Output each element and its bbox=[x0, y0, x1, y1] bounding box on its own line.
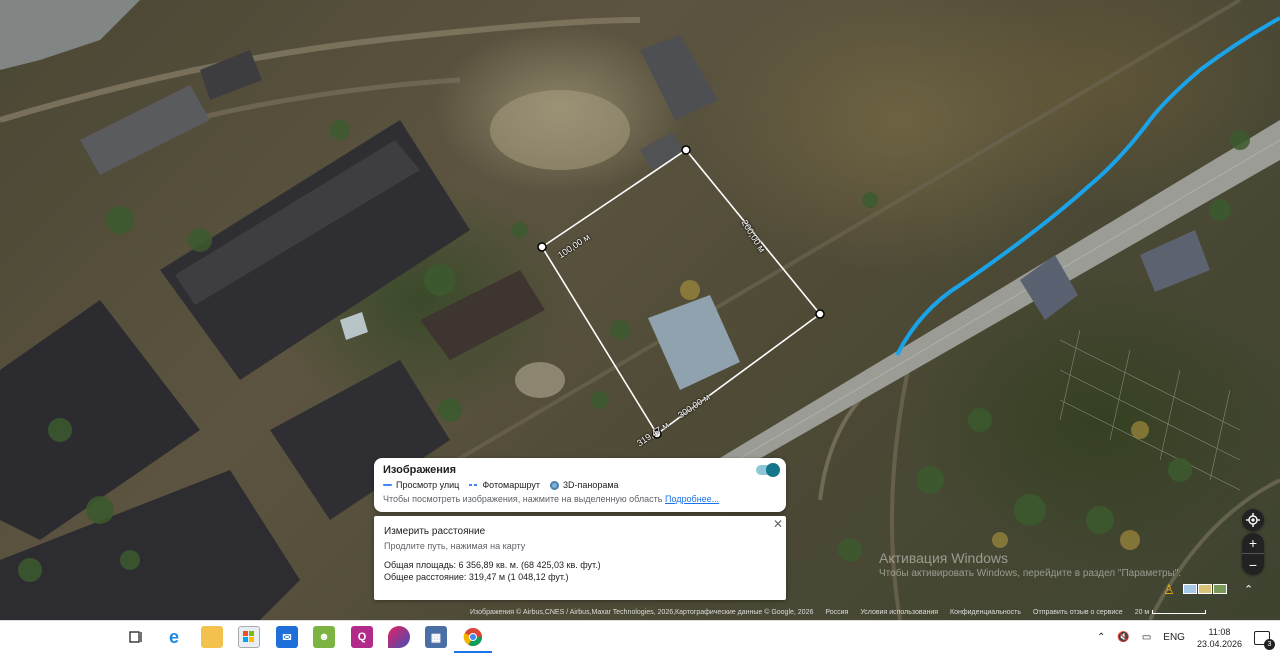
zoom-out-button[interactable]: − bbox=[1242, 554, 1264, 575]
privacy-link[interactable]: Конфиденциальность bbox=[950, 609, 1021, 616]
mail-icon[interactable]: ✉ bbox=[276, 626, 298, 648]
notification-count: 3 bbox=[1264, 638, 1275, 650]
scale-control[interactable]: 20 м bbox=[1135, 609, 1207, 616]
imagery-panel: Изображения Просмотр улиц Фотомаршрут 3D… bbox=[374, 458, 786, 512]
volume-muted-icon[interactable]: 🔇 bbox=[1117, 632, 1129, 643]
chrome-icon[interactable] bbox=[454, 626, 492, 653]
country-link[interactable]: Россия bbox=[825, 609, 848, 616]
app-q-icon[interactable]: Q bbox=[351, 626, 373, 648]
store-icon[interactable] bbox=[238, 626, 260, 648]
pegman-icon[interactable]: ♙ bbox=[1163, 582, 1175, 598]
street-view-line-icon bbox=[383, 484, 392, 486]
map-layer-icon[interactable] bbox=[1183, 584, 1197, 594]
contacts-app-icon[interactable]: ☻ bbox=[313, 626, 335, 648]
chevron-up-icon[interactable]: ⌃ bbox=[1097, 632, 1105, 643]
layer-thumbnails[interactable] bbox=[1183, 584, 1227, 594]
my-location-button[interactable] bbox=[1242, 509, 1264, 531]
legend-3d-panorama: 3D-панорама bbox=[549, 480, 619, 490]
scale-bar bbox=[1152, 610, 1207, 614]
measure-vertex bbox=[681, 145, 691, 155]
file-explorer-icon[interactable] bbox=[201, 626, 223, 648]
imagery-hint: Чтобы посмотреть изображения, нажмите на… bbox=[383, 494, 720, 504]
panorama-dot-icon bbox=[549, 480, 559, 490]
calculator-icon[interactable]: ▦ bbox=[425, 626, 447, 648]
zoom-controls: + − bbox=[1242, 533, 1264, 575]
legend-photo-route: Фотомаршрут bbox=[469, 480, 540, 490]
total-distance: Общее расстояние: 319,47 м (1 048,12 фут… bbox=[384, 572, 569, 582]
notification-center-icon[interactable]: 3 bbox=[1254, 630, 1275, 650]
measure-title: Измерить расстояние bbox=[384, 526, 486, 537]
imagery-attribution: Изображения © Airbus,CNES / Airbus,Maxar… bbox=[470, 608, 814, 616]
measure-distance-panel: ✕ Измерить расстояние Продлите путь, наж… bbox=[374, 516, 786, 600]
imagery-title: Изображения bbox=[383, 464, 457, 476]
keyboard-language[interactable]: ENG bbox=[1163, 632, 1185, 643]
app-drop-icon[interactable] bbox=[388, 626, 410, 648]
measure-vertex bbox=[537, 242, 547, 252]
measure-subtitle: Продлите путь, нажимая на карту bbox=[384, 541, 526, 551]
chevron-up-icon[interactable]: ⌃ bbox=[1244, 583, 1253, 596]
satellite-layer-icon[interactable] bbox=[1213, 584, 1227, 594]
crosshair-icon bbox=[1246, 513, 1260, 527]
windows-activation-watermark: Активация Windows Чтобы активировать Win… bbox=[879, 550, 1182, 579]
satellite-map[interactable]: 100,00 м 200,00 м 300,00 м 319,47 м Изоб… bbox=[0, 0, 1280, 620]
zoom-in-button[interactable]: + bbox=[1242, 533, 1264, 554]
learn-more-link[interactable]: Подробнее... bbox=[665, 494, 719, 504]
windows-taskbar: e ✉ ☻ Q ▦ ⌃ 🔇 ▭ ENG 11:08 23.04.2026 3 bbox=[0, 620, 1280, 653]
terms-link[interactable]: Условия использования bbox=[860, 609, 938, 616]
clock-date: 23.04.2026 bbox=[1196, 638, 1242, 649]
close-icon[interactable]: ✕ bbox=[773, 517, 783, 531]
task-view-icon[interactable] bbox=[125, 626, 147, 648]
clock-time: 11:08 bbox=[1208, 626, 1231, 637]
system-tray: ⌃ 🔇 ▭ ENG 11:08 23.04.2026 3 bbox=[1097, 621, 1280, 653]
attribution-bar: Изображения © Airbus,CNES / Airbus,Maxar… bbox=[470, 605, 1280, 619]
legend-street-view: Просмотр улиц bbox=[383, 480, 459, 490]
terrain-layer-icon[interactable] bbox=[1198, 584, 1212, 594]
system-clock[interactable]: 11:08 23.04.2026 bbox=[1197, 626, 1242, 650]
photo-route-dash-icon bbox=[469, 484, 479, 486]
edge-browser-icon[interactable]: e bbox=[163, 626, 185, 648]
imagery-toggle[interactable] bbox=[756, 463, 780, 477]
feedback-link[interactable]: Отправить отзыв о сервисе bbox=[1033, 609, 1123, 616]
imagery-legend: Просмотр улиц Фотомаршрут 3D-панорама bbox=[383, 480, 777, 490]
total-area: Общая площадь: 6 356,89 кв. м. (68 425,0… bbox=[384, 560, 601, 570]
network-icon[interactable]: ▭ bbox=[1142, 632, 1151, 643]
measure-vertex bbox=[815, 309, 825, 319]
